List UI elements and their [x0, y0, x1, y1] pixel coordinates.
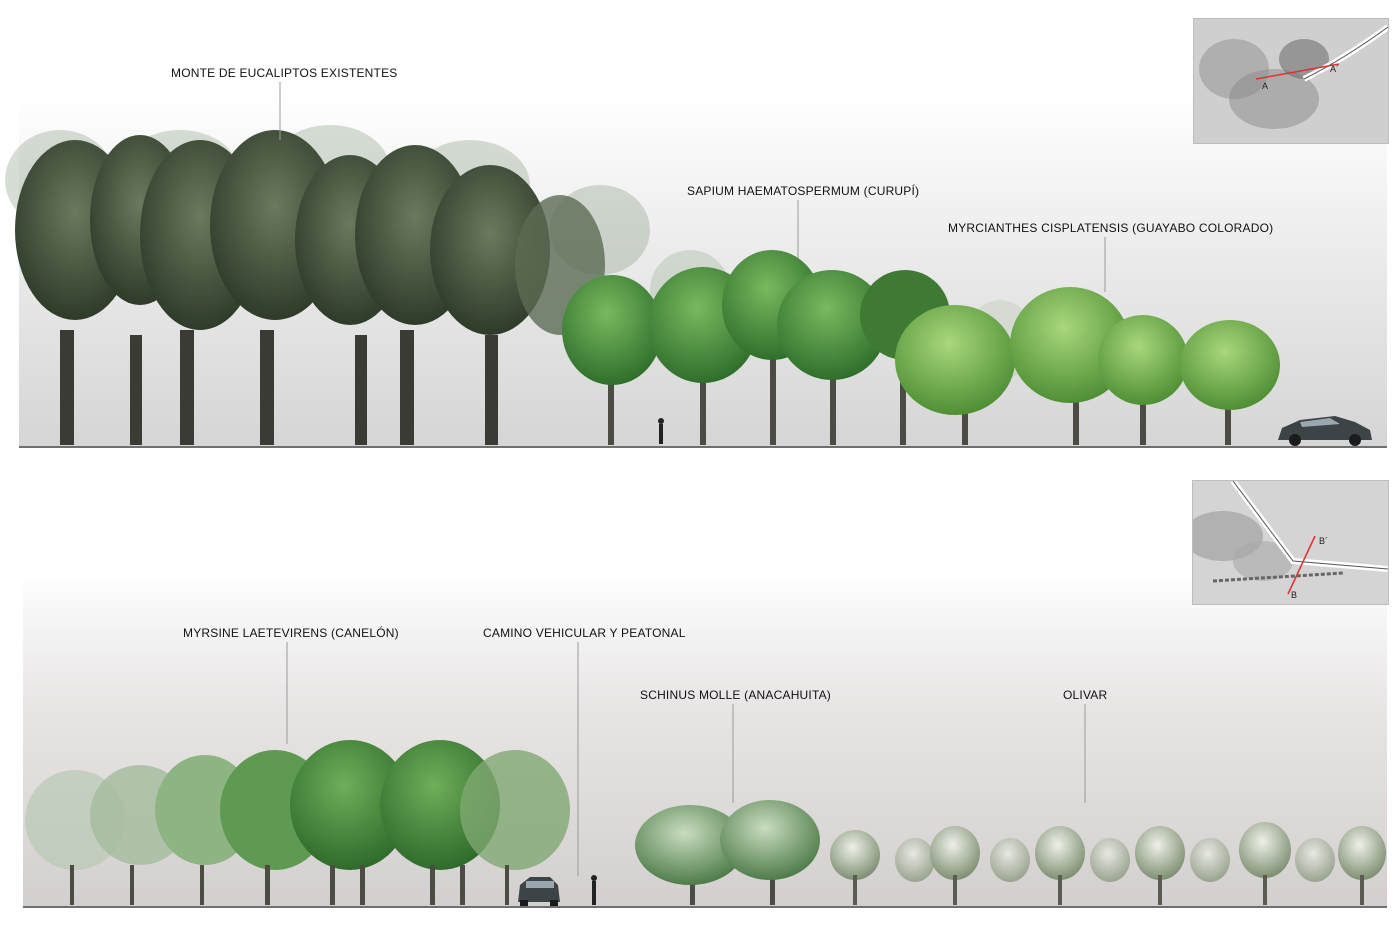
section-b: MYRSINE LAETEVIRENS (CANELÓN) CAMINO VEH…	[0, 470, 1400, 933]
guayabo-trees	[895, 287, 1280, 445]
curupi-trees	[562, 250, 950, 445]
person-figure-a	[658, 418, 664, 444]
car-b	[518, 877, 560, 906]
section-a: MONTE DE EUCALIPTOS EXISTENTES SAPIUM HA…	[0, 0, 1400, 460]
anacahuita-trees	[635, 800, 820, 905]
car-a	[1278, 416, 1372, 446]
label-eucalyptus: MONTE DE EUCALIPTOS EXISTENTES	[171, 66, 398, 80]
label-olivar: OLIVAR	[1063, 688, 1108, 702]
olive-trees	[830, 822, 1386, 905]
key-map-b: B B´	[1192, 480, 1389, 605]
label-curupi: SAPIUM HAEMATOSPERMUM (CURUPÍ)	[687, 184, 920, 198]
eucalyptus-trees	[15, 130, 605, 445]
key-map-a-marker-start: A	[1262, 81, 1268, 91]
section-a-ground-line	[19, 446, 1387, 448]
key-map-a-marker-end: A´	[1330, 64, 1339, 74]
key-map-a: A A´	[1193, 18, 1389, 144]
label-guayabo: MYRCIANTHES CISPLATENSIS (GUAYABO COLORA…	[948, 221, 1274, 235]
section-b-ground-line	[23, 906, 1387, 908]
person-figure-b	[591, 875, 597, 905]
key-map-b-marker-start: B	[1291, 590, 1297, 600]
canelon-trees	[25, 740, 570, 905]
label-anacahuita: SCHINUS MOLLE (ANACAHUITA)	[640, 688, 832, 702]
label-canelon: MYRSINE LAETEVIRENS (CANELÓN)	[183, 626, 399, 640]
label-camino: CAMINO VEHICULAR Y PEATONAL	[483, 626, 686, 640]
key-map-b-marker-end: B´	[1319, 536, 1328, 546]
